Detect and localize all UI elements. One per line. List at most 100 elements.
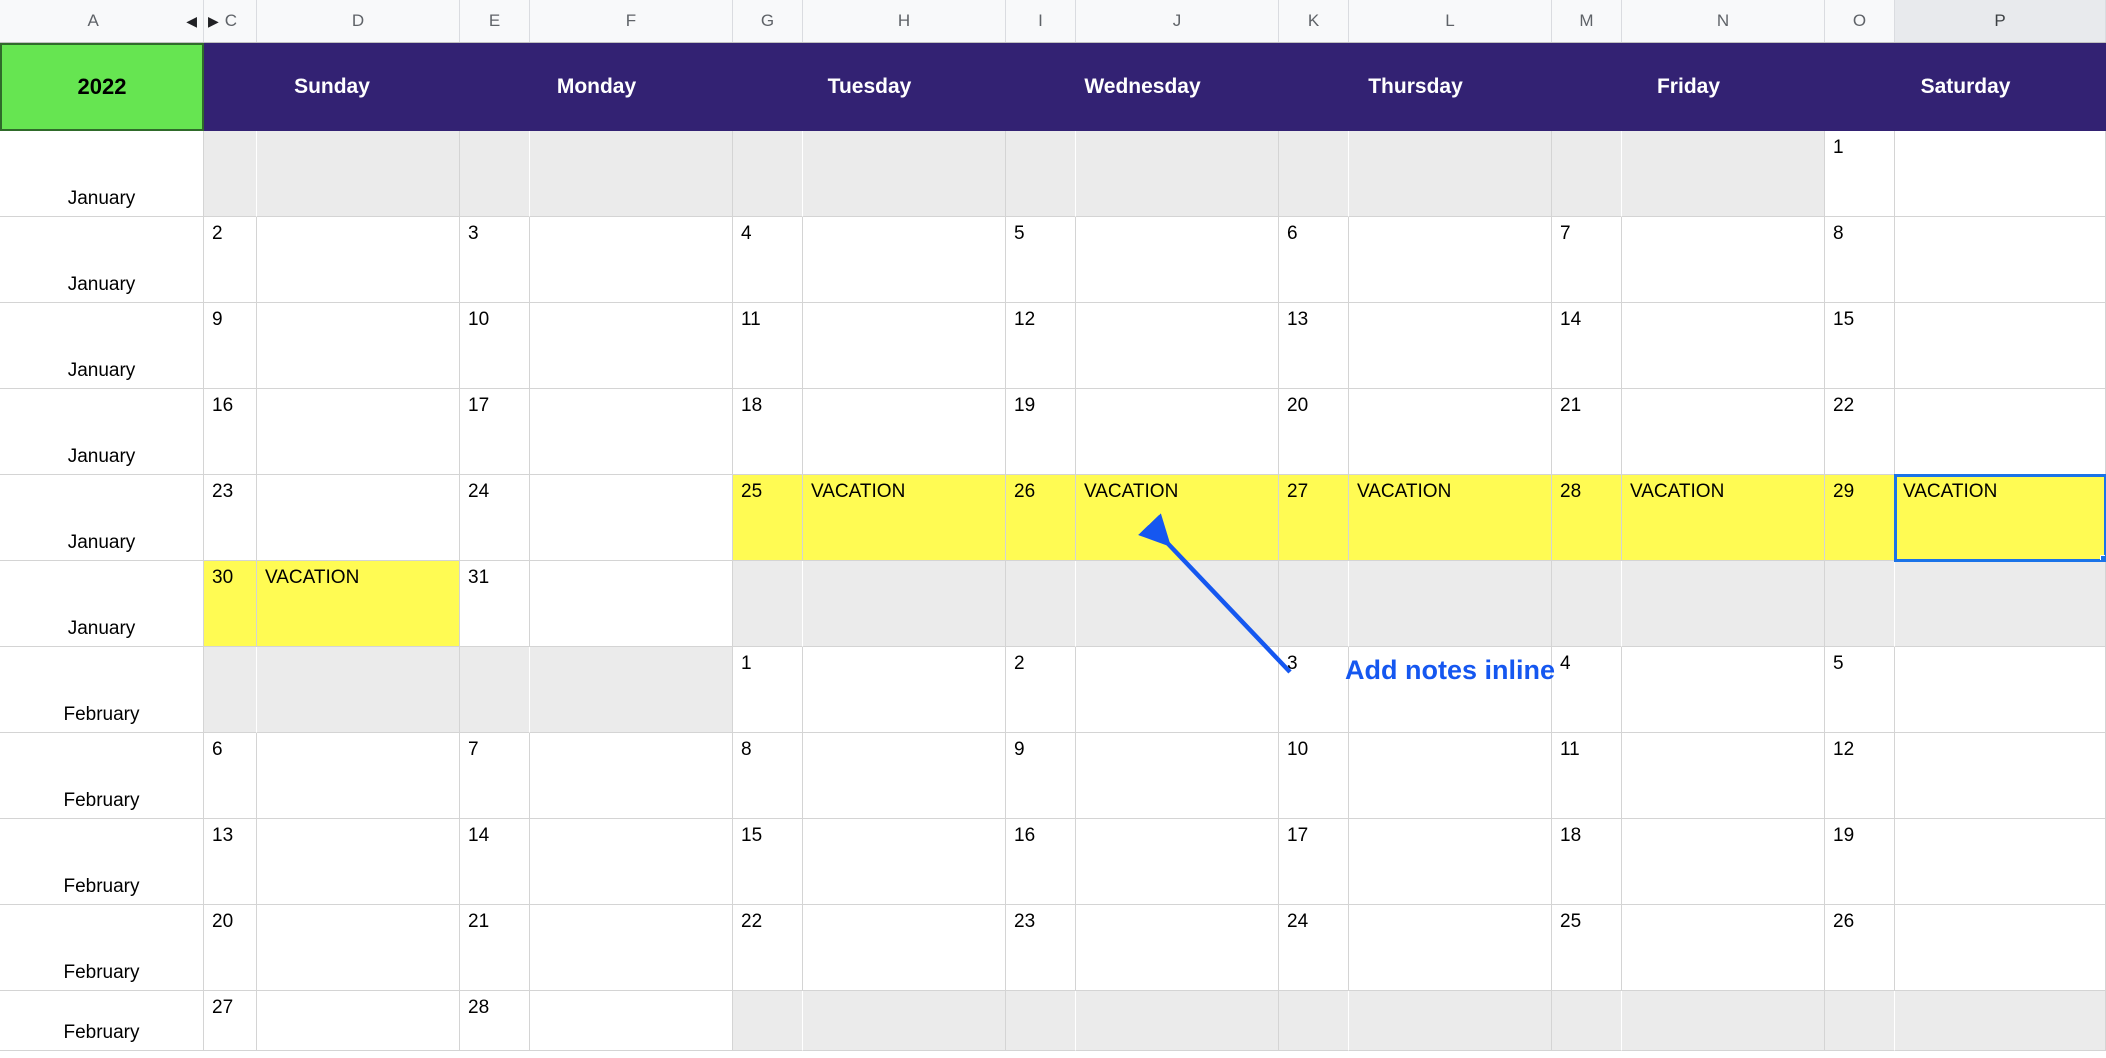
- column-header-l[interactable]: L: [1349, 0, 1552, 42]
- column-header-j[interactable]: J: [1076, 0, 1279, 42]
- day-number-cell[interactable]: 14: [460, 819, 530, 905]
- day-note-cell[interactable]: [1349, 303, 1552, 389]
- day-note-cell[interactable]: [803, 647, 1006, 733]
- day-number-cell[interactable]: 28: [460, 991, 530, 1051]
- day-number-cell[interactable]: [733, 561, 803, 647]
- day-note-cell[interactable]: [257, 475, 460, 561]
- day-number-cell[interactable]: 26: [1825, 905, 1895, 991]
- day-note-cell[interactable]: [530, 561, 733, 647]
- day-note-cell[interactable]: [1895, 905, 2106, 991]
- day-note-cell[interactable]: [257, 647, 460, 733]
- day-note-cell[interactable]: [530, 303, 733, 389]
- day-number-cell[interactable]: 13: [1279, 303, 1349, 389]
- day-note-cell[interactable]: [1895, 991, 2106, 1051]
- column-header-f[interactable]: F: [530, 0, 733, 42]
- day-number-cell[interactable]: [1552, 991, 1622, 1051]
- selection-fill-handle[interactable]: [2100, 555, 2105, 560]
- day-number-cell[interactable]: 6: [1279, 217, 1349, 303]
- day-number-cell[interactable]: 15: [1825, 303, 1895, 389]
- day-number-cell[interactable]: 16: [204, 389, 257, 475]
- day-note-cell[interactable]: [257, 131, 460, 217]
- day-note-cell[interactable]: VACATION: [803, 475, 1006, 561]
- day-header-saturday[interactable]: Saturday: [1825, 43, 2106, 131]
- day-note-cell[interactable]: [803, 131, 1006, 217]
- day-note-cell[interactable]: [1349, 991, 1552, 1051]
- day-note-cell[interactable]: [1622, 561, 1825, 647]
- day-note-cell[interactable]: [1622, 905, 1825, 991]
- day-number-cell[interactable]: 30: [204, 561, 257, 647]
- day-number-cell[interactable]: [1006, 131, 1076, 217]
- day-note-cell[interactable]: [803, 303, 1006, 389]
- day-note-cell[interactable]: [257, 991, 460, 1051]
- day-number-cell[interactable]: [1552, 561, 1622, 647]
- day-number-cell[interactable]: 27: [1279, 475, 1349, 561]
- day-note-cell[interactable]: [530, 217, 733, 303]
- day-number-cell[interactable]: 14: [1552, 303, 1622, 389]
- column-header-g[interactable]: G: [733, 0, 803, 42]
- day-number-cell[interactable]: 3: [460, 217, 530, 303]
- month-label-cell[interactable]: January: [0, 475, 204, 561]
- day-note-cell[interactable]: [1622, 389, 1825, 475]
- day-header-tuesday[interactable]: Tuesday: [733, 43, 1006, 131]
- day-note-cell[interactable]: [1076, 905, 1279, 991]
- day-number-cell[interactable]: [1006, 561, 1076, 647]
- month-label-cell[interactable]: February: [0, 905, 204, 991]
- month-label-cell[interactable]: February: [0, 819, 204, 905]
- day-note-cell[interactable]: [530, 905, 733, 991]
- day-note-cell[interactable]: VACATION: [257, 561, 460, 647]
- day-number-cell[interactable]: [1552, 131, 1622, 217]
- day-number-cell[interactable]: 20: [1279, 389, 1349, 475]
- column-header-i[interactable]: I: [1006, 0, 1076, 42]
- day-note-cell[interactable]: [1895, 217, 2106, 303]
- hidden-columns-right-icon[interactable]: ▶: [208, 14, 219, 28]
- month-label-cell[interactable]: February: [0, 991, 204, 1051]
- day-note-cell[interactable]: [257, 733, 460, 819]
- day-number-cell[interactable]: 22: [1825, 389, 1895, 475]
- day-number-cell[interactable]: 9: [204, 303, 257, 389]
- day-note-cell[interactable]: [257, 389, 460, 475]
- day-note-cell[interactable]: [257, 819, 460, 905]
- day-note-cell[interactable]: [1622, 647, 1825, 733]
- column-header-a[interactable]: A ◀: [0, 0, 204, 42]
- day-number-cell[interactable]: 25: [1552, 905, 1622, 991]
- day-note-cell[interactable]: [1076, 647, 1279, 733]
- month-label-cell[interactable]: February: [0, 647, 204, 733]
- day-note-cell[interactable]: [530, 991, 733, 1051]
- day-number-cell[interactable]: 19: [1006, 389, 1076, 475]
- day-note-cell[interactable]: [1622, 303, 1825, 389]
- day-number-cell[interactable]: 2: [1006, 647, 1076, 733]
- day-number-cell[interactable]: 12: [1825, 733, 1895, 819]
- day-number-cell[interactable]: 7: [1552, 217, 1622, 303]
- day-note-cell[interactable]: [1622, 991, 1825, 1051]
- day-note-cell[interactable]: [803, 991, 1006, 1051]
- column-header-k[interactable]: K: [1279, 0, 1349, 42]
- column-header-h[interactable]: H: [803, 0, 1006, 42]
- day-note-cell[interactable]: [1076, 303, 1279, 389]
- day-note-cell[interactable]: [1076, 389, 1279, 475]
- day-note-cell[interactable]: [1895, 819, 2106, 905]
- day-number-cell[interactable]: 19: [1825, 819, 1895, 905]
- day-number-cell[interactable]: 21: [460, 905, 530, 991]
- day-header-wednesday[interactable]: Wednesday: [1006, 43, 1279, 131]
- day-number-cell[interactable]: 11: [733, 303, 803, 389]
- hidden-columns-left-icon[interactable]: ◀: [186, 14, 197, 28]
- day-note-cell[interactable]: [1349, 217, 1552, 303]
- day-number-cell[interactable]: [733, 131, 803, 217]
- day-number-cell[interactable]: 4: [733, 217, 803, 303]
- day-number-cell[interactable]: 23: [204, 475, 257, 561]
- day-number-cell[interactable]: 17: [1279, 819, 1349, 905]
- column-header-n[interactable]: N: [1622, 0, 1825, 42]
- day-note-cell[interactable]: VACATION: [1622, 475, 1825, 561]
- day-number-cell[interactable]: 17: [460, 389, 530, 475]
- day-note-cell[interactable]: [1349, 733, 1552, 819]
- day-number-cell[interactable]: 1: [733, 647, 803, 733]
- day-number-cell[interactable]: [1279, 131, 1349, 217]
- day-note-cell[interactable]: [1076, 819, 1279, 905]
- day-number-cell[interactable]: [1279, 561, 1349, 647]
- day-note-cell[interactable]: [1895, 303, 2106, 389]
- day-note-cell[interactable]: [1895, 389, 2106, 475]
- day-note-cell[interactable]: [1349, 905, 1552, 991]
- column-header-m[interactable]: M: [1552, 0, 1622, 42]
- day-note-cell[interactable]: VACATION: [1894, 474, 2106, 562]
- day-number-cell[interactable]: 9: [1006, 733, 1076, 819]
